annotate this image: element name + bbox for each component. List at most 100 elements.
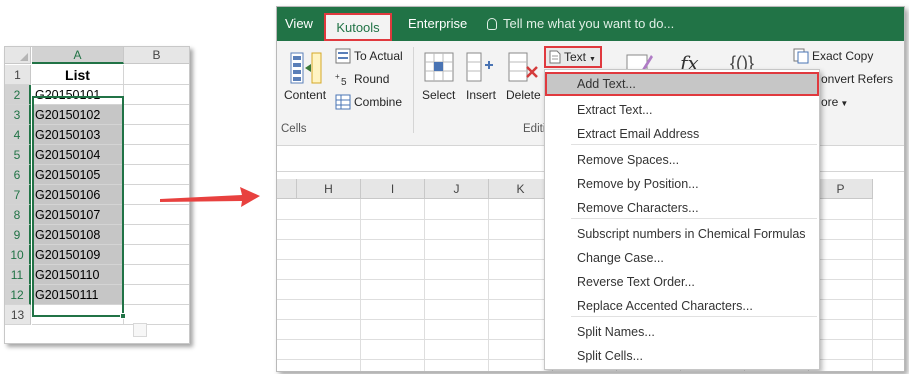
svg-text:5: 5 <box>341 77 347 87</box>
menu-item-replace-accented-characters[interactable]: Replace Accented Characters... <box>545 294 819 318</box>
tab-enterprise[interactable]: Enterprise <box>408 16 467 31</box>
select-icon <box>424 52 454 82</box>
tell-me-search[interactable]: Tell me what you want to do... <box>487 16 674 31</box>
empty-cell[interactable] <box>124 305 189 325</box>
menu-item-add-text[interactable]: Add Text... <box>545 72 819 96</box>
menu-item-split-names[interactable]: Split Names... <box>545 320 819 344</box>
delete-icon <box>508 52 538 82</box>
combine-icon <box>335 94 351 110</box>
column-header-h[interactable]: H <box>297 179 361 199</box>
menu-item-split-cells[interactable]: Split Cells... <box>545 344 819 368</box>
menu-item-reverse-text-order[interactable]: Reverse Text Order... <box>545 270 819 294</box>
data-cell[interactable]: G20150110 <box>32 265 124 285</box>
convert-refers-button[interactable]: onvert Refers <box>821 72 893 86</box>
row-header[interactable]: 4 <box>5 125 31 145</box>
combine-button[interactable]: Combine <box>354 95 402 109</box>
data-cell[interactable]: G20150101 <box>32 85 124 105</box>
select-all-corner[interactable] <box>5 47 31 64</box>
empty-cell[interactable] <box>124 105 189 125</box>
list-header-cell[interactable]: List <box>32 65 124 85</box>
menu-item-change-case[interactable]: Change Case... <box>545 246 819 270</box>
menu-separator <box>571 144 817 145</box>
menu-item-extract-text[interactable]: Extract Text... <box>545 98 819 122</box>
tab-kutools[interactable]: Kutools <box>324 13 392 41</box>
column-header-i[interactable]: I <box>361 179 425 199</box>
editing-group-label: Editi <box>523 123 546 135</box>
more-button[interactable]: ore ▼ <box>821 95 848 109</box>
empty-cell[interactable] <box>124 145 189 165</box>
menu-item-remove-by-position[interactable]: Remove by Position... <box>545 172 819 196</box>
tell-me-text: Tell me what you want to do... <box>503 16 675 31</box>
empty-cell[interactable] <box>124 245 189 265</box>
group-separator <box>413 47 414 133</box>
data-cell[interactable]: G20150107 <box>32 205 124 225</box>
grid-line <box>872 199 873 371</box>
to-actual-button[interactable]: To Actual <box>354 49 403 63</box>
row-header[interactable]: 3 <box>5 105 31 125</box>
select-all-corner[interactable] <box>277 179 297 199</box>
data-cell[interactable]: G20150111 <box>32 285 124 305</box>
select-button[interactable]: Select <box>422 88 455 102</box>
svg-text:+: + <box>335 72 340 81</box>
row-header[interactable]: 1 <box>5 65 31 85</box>
delete-button[interactable]: Delete <box>506 88 541 102</box>
menu-item-subscript-numbers-in-chemical-formulas[interactable]: Subscript numbers in Chemical Formulas <box>545 222 819 246</box>
arrow-right-icon <box>160 187 260 207</box>
data-cell[interactable]: G20150103 <box>32 125 124 145</box>
content-converter-icon <box>290 52 322 84</box>
data-cell[interactable]: G20150108 <box>32 225 124 245</box>
data-cell[interactable]: G20150109 <box>32 245 124 265</box>
fill-handle[interactable] <box>120 313 126 319</box>
screenshot-stage: A B 1 List 2 G20150101 3 G20150102 4 G20150103 5… <box>0 0 909 374</box>
column-header-j[interactable]: J <box>425 179 489 199</box>
menu-item-extract-email-address[interactable]: Extract Email Address <box>545 122 819 146</box>
data-cell[interactable]: G20150102 <box>32 105 124 125</box>
round-button[interactable]: Round <box>354 72 389 86</box>
grid-line <box>360 199 361 371</box>
empty-cell[interactable] <box>124 265 189 285</box>
row-header[interactable]: 13 <box>5 305 31 325</box>
menu-separator <box>571 218 817 219</box>
menu-item-remove-spaces[interactable]: Remove Spaces... <box>545 148 819 172</box>
content-button[interactable]: Content <box>284 88 326 102</box>
insert-button[interactable]: Insert <box>466 88 496 102</box>
chevron-down-icon: ▼ <box>589 56 596 63</box>
empty-cell[interactable] <box>124 65 189 85</box>
tab-view[interactable]: View <box>285 16 313 31</box>
row-header[interactable]: 2 <box>5 85 31 105</box>
exact-copy-button[interactable]: Exact Copy <box>812 49 873 63</box>
data-cell[interactable]: G20150104 <box>32 145 124 165</box>
cells-group-label: Cells <box>281 123 307 135</box>
insert-icon <box>466 52 493 82</box>
empty-cell[interactable] <box>32 305 124 325</box>
row-header[interactable]: 12 <box>5 285 31 305</box>
text-button-label: Text <box>564 50 587 64</box>
document-icon <box>549 50 561 64</box>
row-header[interactable]: 11 <box>5 265 31 285</box>
row-header[interactable]: 9 <box>5 225 31 245</box>
more-label: ore <box>821 95 839 109</box>
data-cell[interactable]: G20150106 <box>32 185 124 205</box>
empty-cell[interactable] <box>124 285 189 305</box>
row-header[interactable]: 8 <box>5 205 31 225</box>
round-icon: +5 <box>335 72 347 87</box>
row-header[interactable]: 7 <box>5 185 31 205</box>
row-header[interactable]: 5 <box>5 145 31 165</box>
row-header[interactable]: 10 <box>5 245 31 265</box>
data-cell[interactable]: G20150105 <box>32 165 124 185</box>
text-dropdown-button[interactable]: Text ▼ <box>544 46 602 68</box>
menu-item-remove-characters[interactable]: Remove Characters... <box>545 196 819 220</box>
column-header-b[interactable]: B <box>124 47 189 64</box>
row-header[interactable]: 6 <box>5 165 31 185</box>
empty-cell[interactable] <box>124 85 189 105</box>
chevron-down-icon: ▼ <box>840 99 849 108</box>
grid-line <box>488 199 489 371</box>
column-header-a[interactable]: A <box>32 47 124 64</box>
excel-window: View Kutools Enterprise Tell me what you… <box>276 6 905 372</box>
ribbon-tab-bar: View Kutools Enterprise Tell me what you… <box>277 7 904 41</box>
empty-cell[interactable] <box>124 125 189 145</box>
exact-copy-icon <box>793 48 809 64</box>
quick-analysis-icon[interactable] <box>133 323 147 337</box>
text-dropdown-menu: Add Text... Extract Text... Extract Email … <box>544 69 820 370</box>
empty-cell[interactable] <box>124 225 189 245</box>
